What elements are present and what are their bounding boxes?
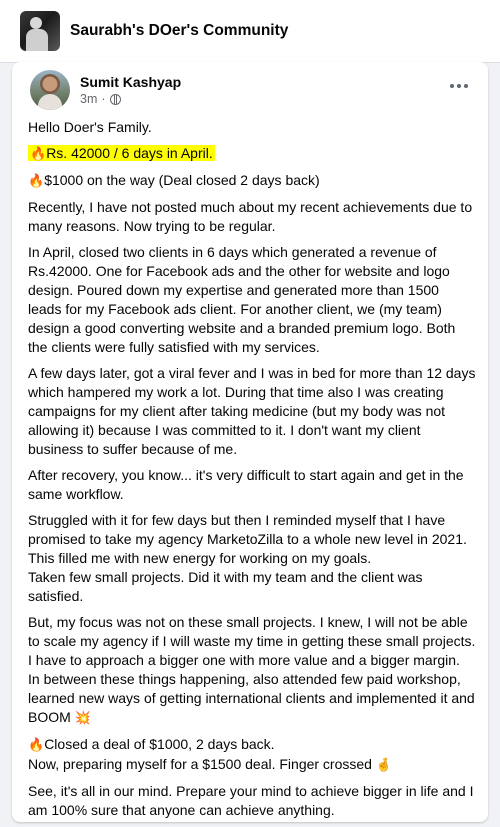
paragraph-7b: Now, preparing myself for a $1500 deal. … <box>28 756 372 772</box>
more-options-icon[interactable] <box>444 76 474 96</box>
author-name[interactable]: Sumit Kashyap <box>80 73 181 91</box>
deal-line: 🔥$1000 on the way (Deal closed 2 days ba… <box>28 171 476 191</box>
globe-icon[interactable] <box>109 93 121 105</box>
paragraph-8: See, it's all in our mind. Prepare your … <box>28 783 478 818</box>
greeting: Hello Doer's Family. <box>28 119 152 135</box>
paragraph-6-text: But, my focus was not on these small pro… <box>28 614 476 725</box>
meta-separator: · <box>101 92 106 106</box>
paragraph-3: A few days later, got a viral fever and … <box>28 365 480 457</box>
group-avatar[interactable] <box>20 11 60 51</box>
fire-icon: 🔥 <box>28 174 45 189</box>
highlighted-text: 🔥Rs. 42000 / 6 days in April. <box>28 145 215 162</box>
boom-icon: 💥 <box>74 711 91 726</box>
group-name[interactable]: Saurabh's DOer's Community <box>70 22 288 40</box>
paragraph-4: After recovery, you know... it's very di… <box>28 467 468 502</box>
paragraph-5: Struggled with it for few days but then … <box>28 512 467 604</box>
paragraph-7: 🔥Closed a deal of $1000, 2 days back. Now… <box>28 735 476 775</box>
post-meta: 3m · <box>80 91 181 107</box>
highlight-line: 🔥Rs. 42000 / 6 days in April. <box>28 144 476 164</box>
crossed-fingers-icon: 🤞 <box>375 758 393 773</box>
author-avatar[interactable] <box>30 70 70 110</box>
fire-icon: 🔥 <box>30 147 47 162</box>
author-info: Sumit Kashyap 3m · <box>80 73 181 107</box>
paragraph-1: Recently, I have not posted much about m… <box>28 199 476 234</box>
paragraph-2: In April, closed two clients in 6 days w… <box>28 244 460 355</box>
post-time[interactable]: 3m <box>80 91 97 107</box>
paragraph-7a: Closed a deal of $1000, 2 days back. <box>44 736 275 752</box>
paragraph-6: But, my focus was not on these small pro… <box>28 613 476 728</box>
group-header: Saurabh's DOer's Community <box>0 0 500 63</box>
highlight-text: Rs. 42000 / 6 days in April. <box>46 145 213 161</box>
deal-text: $1000 on the way (Deal closed 2 days bac… <box>44 172 320 188</box>
post-header: Sumit Kashyap 3m · <box>30 70 181 110</box>
post-card: Sumit Kashyap 3m · Hello Doer's Family. … <box>12 62 488 822</box>
fire-icon: 🔥 <box>28 738 45 753</box>
post-body: Hello Doer's Family. 🔥Rs. 42000 / 6 days… <box>28 118 476 827</box>
